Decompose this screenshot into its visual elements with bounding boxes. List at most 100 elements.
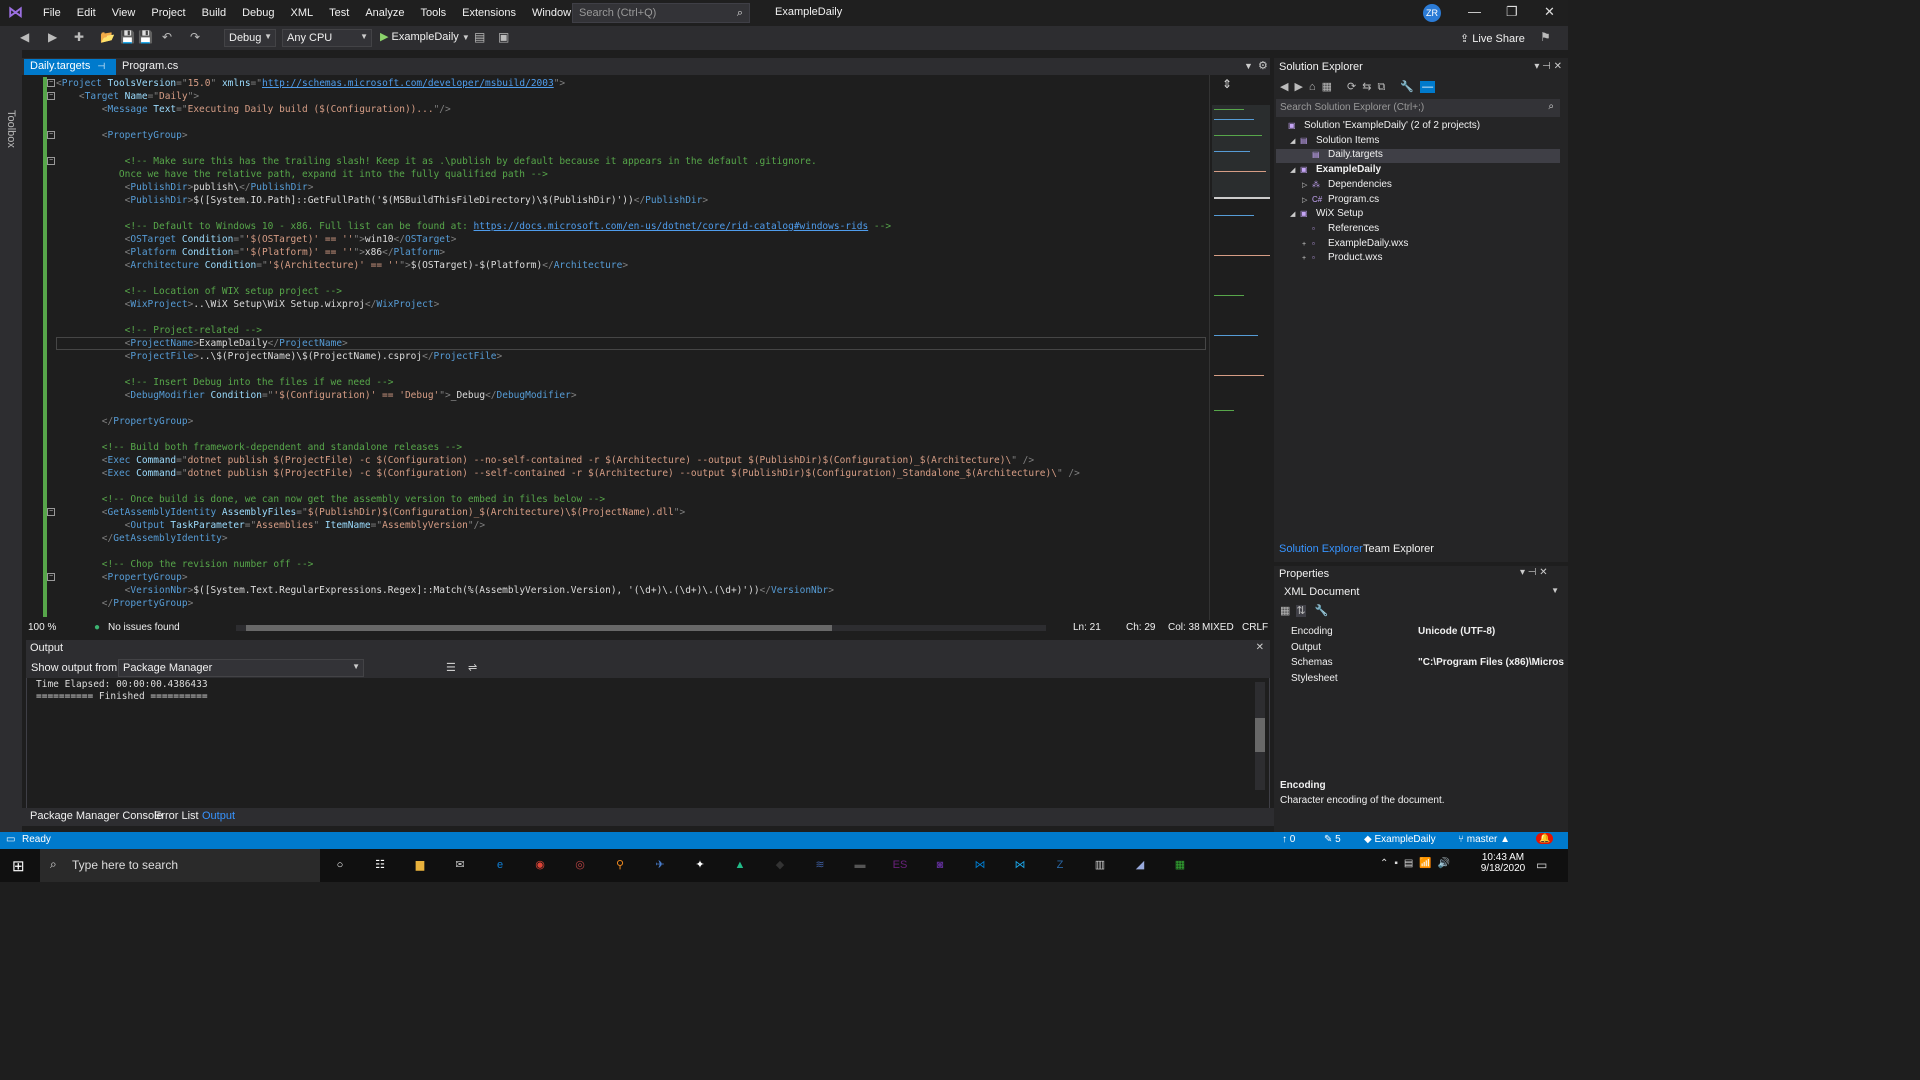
issues-status[interactable]: No issues found: [108, 622, 180, 633]
clock[interactable]: 10:43 AM 9/18/2020: [1478, 852, 1528, 874]
edge-icon[interactable]: e: [489, 855, 511, 875]
code-token[interactable]: http://schemas.microsoft.com/developer/m…: [262, 78, 554, 89]
code-token[interactable]: https://docs.microsoft.com/en-us/dotnet/…: [474, 221, 869, 232]
taskbar-search[interactable]: ⌕ Type here to search: [40, 849, 320, 882]
tree-item[interactable]: ▷ C# Program.cs: [1276, 194, 1379, 208]
menu-item-edit[interactable]: Edit: [69, 7, 104, 19]
output-vertical-scrollbar[interactable]: [1255, 682, 1265, 790]
app-icon[interactable]: ▥: [1089, 855, 1111, 875]
close-panel-icon[interactable]: ▾ ⊣ ✕: [1534, 61, 1562, 72]
clear-all-icon[interactable]: ☰: [446, 661, 456, 674]
system-tray[interactable]: ⌃▪▤📶🔊: [1380, 858, 1456, 869]
tree-item[interactable]: + ▫ Product.wxs: [1276, 252, 1382, 266]
preview-icon[interactable]: —: [1420, 81, 1436, 93]
menu-item-debug[interactable]: Debug: [234, 7, 282, 19]
close-panel-icon[interactable]: ✕: [1256, 642, 1264, 653]
repo-button[interactable]: ◆ ExampleDaily: [1364, 834, 1436, 845]
fold-toggle-icon[interactable]: −: [47, 79, 55, 87]
tab-package-manager-console[interactable]: Package Manager Console: [30, 810, 163, 822]
menu-item-analyze[interactable]: Analyze: [357, 7, 412, 19]
property-value[interactable]: Unicode (UTF-8): [1418, 626, 1564, 637]
solution-explorer-toolbar[interactable]: ◀▶⌂▦ ⟳⇆⧉ 🔧 —: [1280, 80, 1436, 94]
avatar[interactable]: ZR: [1423, 4, 1441, 22]
indent-mode[interactable]: MIXED: [1202, 622, 1234, 633]
app-icon[interactable]: ◙: [929, 855, 951, 875]
settings-gear-icon[interactable]: ⚙: [1258, 59, 1268, 72]
fold-toggle-icon[interactable]: −: [47, 92, 55, 100]
menu-item-test[interactable]: Test: [321, 7, 357, 19]
maximize-icon[interactable]: ❐: [1506, 4, 1518, 20]
start-button[interactable]: ▶ ExampleDaily ▼: [380, 30, 470, 43]
menu-item-file[interactable]: File: [35, 7, 69, 19]
task-view-icon[interactable]: ☷: [369, 855, 391, 875]
save-all-icon[interactable]: 💾: [138, 30, 153, 44]
windows-start-icon[interactable]: ⊞: [12, 857, 25, 875]
tab-error-list[interactable]: Error List: [154, 810, 199, 822]
tab-output[interactable]: Output: [202, 810, 235, 822]
terminal-icon[interactable]: ▬: [849, 855, 871, 875]
open-icon[interactable]: 📂: [100, 30, 115, 44]
platform-dropdown[interactable]: Any CPU ▼: [282, 29, 372, 47]
expand-arrow-icon[interactable]: ▷: [1302, 196, 1312, 204]
search-box[interactable]: Search (Ctrl+Q) ⌕: [572, 3, 750, 23]
visual-studio-icon[interactable]: ⋈: [969, 855, 991, 875]
tree-item[interactable]: ▣ Solution 'ExampleDaily' (2 of 2 project…: [1276, 120, 1480, 134]
output-text[interactable]: Time Elapsed: 00:00:00.4386433 ==========…: [36, 679, 208, 703]
properties-object-dropdown[interactable]: XML Document ▼: [1280, 584, 1562, 600]
pin-icon[interactable]: ⊣: [97, 61, 105, 71]
menu-item-build[interactable]: Build: [194, 7, 234, 19]
property-row[interactable]: Output: [1278, 641, 1564, 656]
property-row[interactable]: Stylesheet: [1278, 672, 1564, 687]
fold-toggle-icon[interactable]: −: [47, 508, 55, 516]
pencil-icon[interactable]: ✎ 5: [1324, 834, 1341, 845]
redo-icon[interactable]: ↷: [190, 30, 200, 44]
mail-icon[interactable]: ✉: [449, 855, 471, 875]
tree-item[interactable]: ▤ Daily.targets: [1276, 149, 1560, 164]
code-text[interactable]: <Project ToolsVersion="15.0" xmlns="http…: [56, 77, 1080, 610]
app-icon[interactable]: ✦: [689, 855, 711, 875]
new-item-icon[interactable]: ✚: [74, 30, 84, 44]
tree-item[interactable]: ◢ ▣ WiX Setup: [1276, 208, 1363, 222]
feedback-icon[interactable]: ⚑: [1540, 30, 1551, 44]
toolbox-strip[interactable]: Toolbox: [0, 50, 22, 832]
output-source-dropdown[interactable]: Package Manager ▼: [118, 659, 364, 677]
tree-item[interactable]: ▫ References: [1276, 223, 1379, 237]
app-icon[interactable]: ES: [889, 855, 911, 875]
live-share-button[interactable]: ⇪ Live Share: [1460, 32, 1525, 45]
tab-solution-explorer[interactable]: Solution Explorer: [1279, 543, 1363, 555]
tab-daily-targets[interactable]: Daily.targets ⊣ ✕: [24, 59, 116, 83]
undo-icon[interactable]: ↶: [162, 30, 172, 44]
expand-arrow-icon[interactable]: ◢: [1290, 137, 1300, 145]
action-center-icon[interactable]: ▭: [1536, 858, 1547, 872]
tree-item[interactable]: ◢ ▤ Solution Items: [1276, 135, 1379, 149]
expand-arrow-icon[interactable]: ▷: [1302, 181, 1312, 189]
minimize-icon[interactable]: —: [1468, 4, 1481, 19]
configuration-dropdown[interactable]: Debug ▼: [224, 29, 276, 47]
menu-item-xml[interactable]: XML: [283, 7, 322, 19]
tab-team-explorer[interactable]: Team Explorer: [1363, 543, 1434, 555]
file-explorer-icon[interactable]: ▆: [409, 855, 431, 875]
tab-overflow-icon[interactable]: ▼: [1244, 61, 1253, 71]
fold-toggle-icon[interactable]: −: [47, 157, 55, 165]
menu-item-tools[interactable]: Tools: [412, 7, 454, 19]
cortana-icon[interactable]: ○: [329, 855, 351, 875]
menu-item-window[interactable]: Window: [524, 7, 579, 19]
expand-arrow-icon[interactable]: +: [1302, 241, 1312, 248]
solution-search-input[interactable]: Search Solution Explorer (Ctrl+;) ⌕: [1276, 99, 1560, 117]
browser-link-icon[interactable]: ▤: [474, 30, 485, 44]
app-icon[interactable]: ✈: [649, 855, 671, 875]
fold-toggle-icon[interactable]: −: [47, 573, 55, 581]
search-app-icon[interactable]: ⚲: [609, 855, 631, 875]
branch-button[interactable]: ⑂ master ▲: [1458, 834, 1510, 845]
scroll-thumb[interactable]: [246, 625, 832, 631]
property-row[interactable]: Schemas "C:\Program Files (x86)\Microso: [1278, 656, 1564, 671]
tab-program-cs[interactable]: Program.cs: [116, 59, 184, 75]
notifications-icon[interactable]: 🔔: [1536, 833, 1554, 844]
screenshot-icon[interactable]: ▣: [498, 30, 509, 44]
menu-item-extensions[interactable]: Extensions: [454, 7, 524, 19]
app-icon[interactable]: ◎: [569, 855, 591, 875]
expand-arrow-icon[interactable]: ◢: [1290, 210, 1300, 218]
menu-item-project[interactable]: Project: [143, 7, 193, 19]
fold-toggle-icon[interactable]: −: [47, 131, 55, 139]
app-icon[interactable]: ▲: [729, 855, 751, 875]
